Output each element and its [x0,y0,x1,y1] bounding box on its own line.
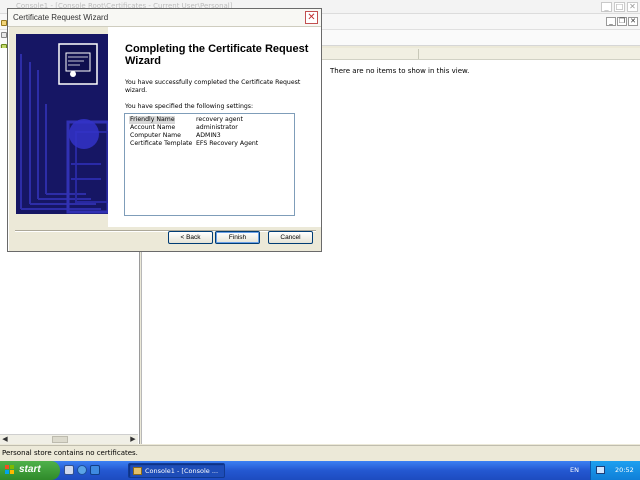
console-maximize-button[interactable]: □ [614,2,625,12]
status-bar: Personal store contains no certificates. [0,445,640,460]
console-close-button[interactable]: ✕ [627,2,638,12]
child-close-button[interactable]: ✕ [628,17,638,26]
start-label: start [19,464,41,475]
back-button[interactable]: < Back [168,231,213,244]
settings-row[interactable]: Friendly Name recovery agent [128,116,294,124]
list-column-header[interactable] [322,48,640,60]
wizard-banner-image [16,34,108,214]
status-text: Personal store contains no certificates. [2,449,138,457]
network-icon[interactable] [596,466,605,474]
column-divider[interactable] [418,49,419,59]
setting-key: Friendly Name [129,116,175,124]
setting-value: recovery agent [196,116,243,123]
finish-button[interactable]: Finish [215,231,260,244]
setting-key: Certificate Template [130,140,193,147]
wizard-heading: Completing the Certificate Request Wizar… [125,43,309,67]
certificate-banner-art [16,34,108,214]
settings-intro-label: You have specified the following setting… [125,103,254,110]
clock[interactable]: 20:52 [615,466,634,474]
settings-row[interactable]: Computer Name ADMIN3 [128,132,294,140]
language-indicator[interactable]: EN [570,466,579,474]
scroll-right-arrow-icon[interactable]: ▶ [128,435,138,444]
wizard-title: Certificate Request Wizard [13,13,109,22]
settings-row[interactable]: Account Name administrator [128,124,294,132]
certificate-icon [58,43,98,85]
settings-row[interactable]: Certificate Template EFS Recovery Agent [128,140,294,148]
scroll-left-arrow-icon[interactable]: ◀ [0,435,10,444]
scroll-thumb[interactable] [52,436,68,443]
cancel-button[interactable]: Cancel [268,231,313,244]
setting-key: Computer Name [130,132,181,139]
system-tray: 20:52 [590,461,640,480]
console-app-icon [133,467,142,475]
wizard-description: You have successfully completed the Cert… [125,79,301,94]
child-restore-button[interactable]: ❐ [617,17,627,26]
setting-key: Account Name [130,124,176,131]
console-minimize-button[interactable]: _ [601,2,612,12]
taskbar: start Console1 - [Console ... EN 20:52 [0,461,640,480]
media-player-icon[interactable] [90,465,100,475]
settings-summary-list[interactable]: Friendly Name recovery agent Account Nam… [124,113,295,216]
wizard-content-panel: Completing the Certificate Request Wizar… [108,27,321,227]
internet-explorer-icon[interactable] [77,465,87,475]
wizard-close-button[interactable]: ✕ [305,11,318,24]
setting-value: administrator [196,124,238,131]
start-button[interactable]: start [0,461,60,480]
windows-logo-icon [5,465,15,475]
setting-value: ADMIN3 [196,132,221,139]
wizard-title-bar[interactable]: Certificate Request Wizard ✕ [8,9,321,27]
setting-value: EFS Recovery Agent [196,140,259,147]
child-minimize-button[interactable]: _ [606,17,616,26]
certificate-request-wizard-dialog: Certificate Request Wizard ✕ Completing … [7,8,322,252]
empty-list-message: There are no items to show in this view. [330,67,470,75]
tree-horizontal-scrollbar[interactable]: ◀ ▶ [0,434,138,444]
taskbar-console-label: Console1 - [Console ... [145,467,219,475]
taskbar-console-button[interactable]: Console1 - [Console ... [128,463,225,478]
show-desktop-icon[interactable] [64,465,74,475]
